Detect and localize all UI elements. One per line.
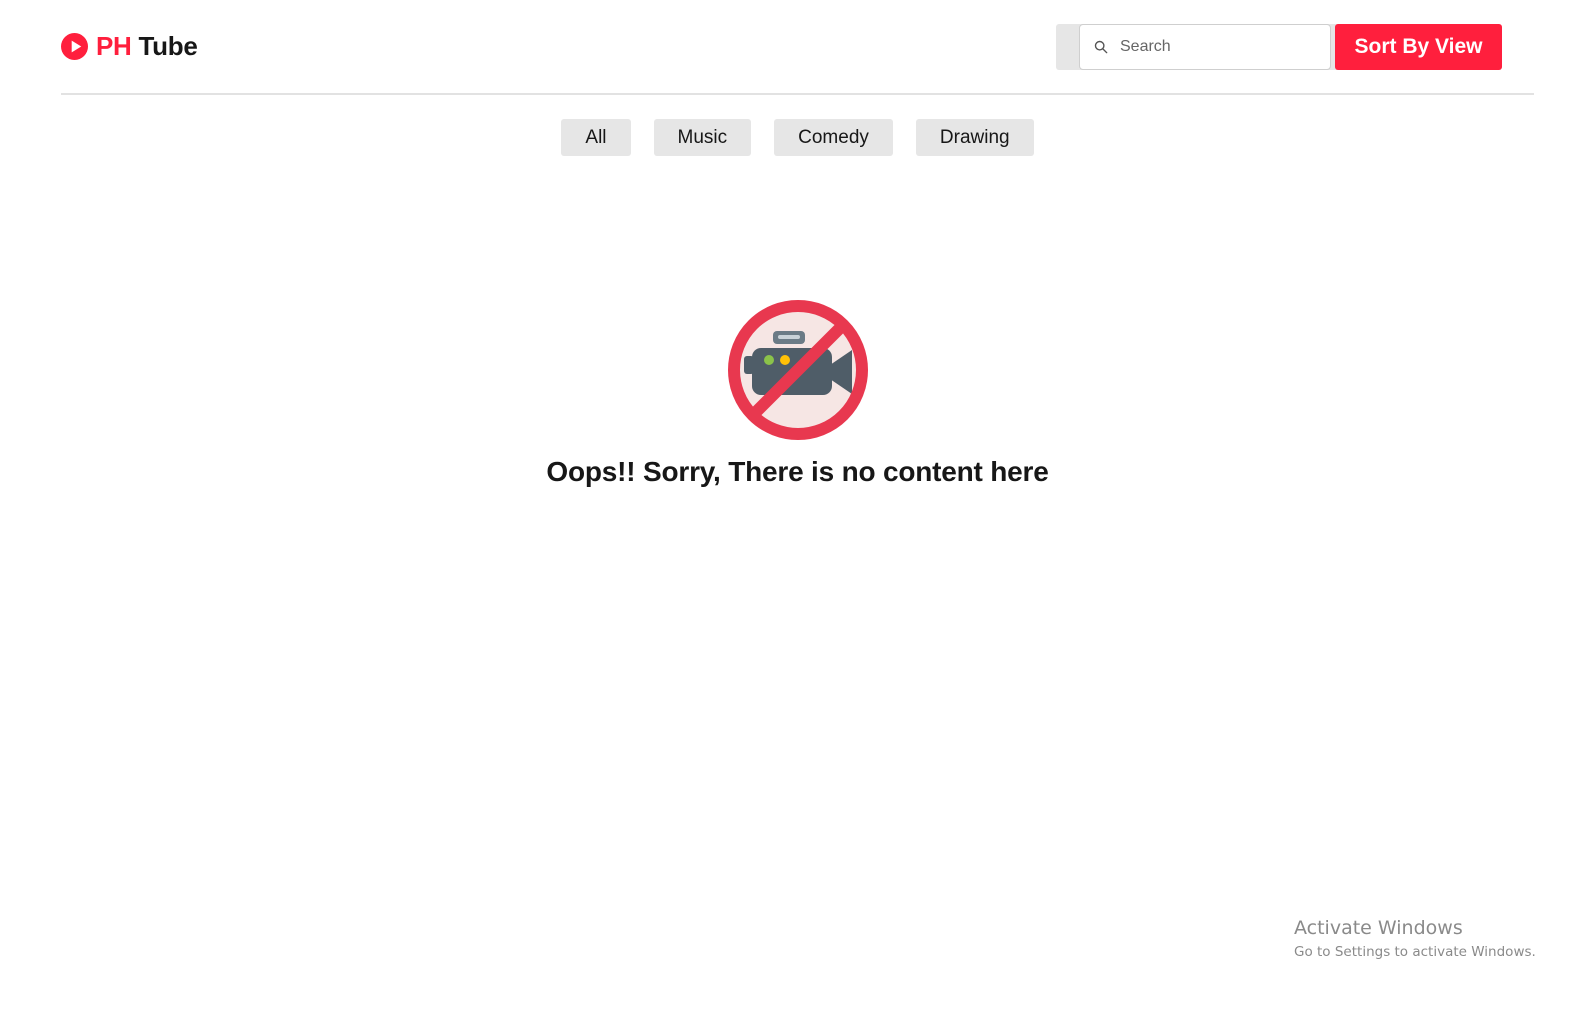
search-icon <box>1094 40 1108 54</box>
watermark-subtitle: Go to Settings to activate Windows. <box>1294 944 1536 960</box>
search-box[interactable] <box>1079 24 1331 70</box>
brand-name: PH Tube <box>96 31 198 62</box>
category-comedy-button[interactable]: Comedy <box>774 119 893 156</box>
navbar: PHTube Sort By View <box>61 0 1534 95</box>
windows-activation-watermark: Activate Windows Go to Settings to activ… <box>1294 916 1536 962</box>
search-input[interactable] <box>1118 37 1322 57</box>
category-music-button[interactable]: Music <box>653 119 752 156</box>
brand-prefix: PH <box>96 30 132 61</box>
category-drawing-button[interactable]: Drawing <box>915 119 1034 156</box>
category-all-button[interactable]: All <box>561 119 631 156</box>
category-tabs: All Music Comedy Drawing <box>0 119 1595 156</box>
page: PHTube Sort By View All Music Comedy Dra… <box>0 0 1595 1011</box>
no-video-icon <box>727 300 868 440</box>
sort-by-view-button[interactable]: Sort By View <box>1335 24 1502 70</box>
watermark-title: Activate Windows <box>1294 917 1463 939</box>
search-container <box>1056 24 1356 70</box>
play-logo-icon <box>61 32 88 60</box>
logo[interactable]: PH Tube <box>61 30 198 62</box>
empty-state: Oops!! Sorry, There is no content here <box>0 298 1595 488</box>
empty-state-message: Oops!! Sorry, There is no content here <box>546 456 1049 487</box>
brand-suffix: Tube <box>138 30 198 61</box>
